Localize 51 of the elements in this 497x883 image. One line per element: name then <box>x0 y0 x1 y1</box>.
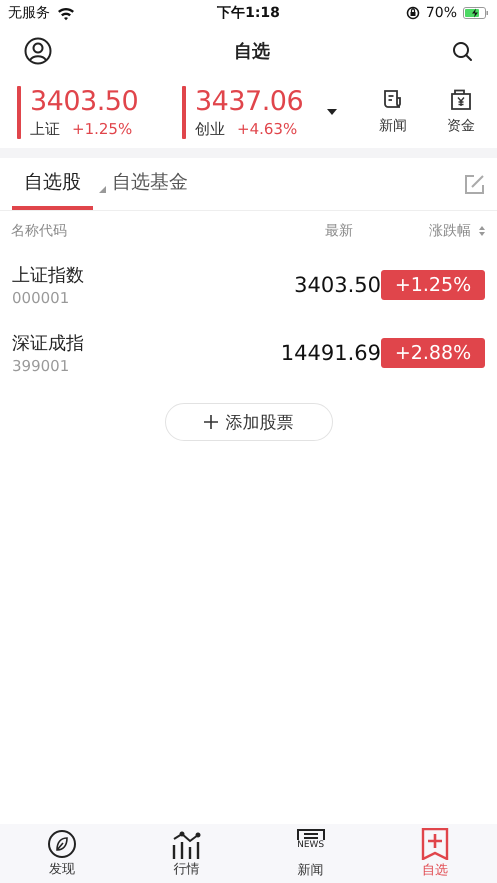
bookmark-plus-icon <box>420 828 449 860</box>
chart-icon <box>171 829 202 859</box>
edit-icon <box>464 174 485 194</box>
column-header: 名称代码 <box>11 222 68 240</box>
column-header: 最新 <box>324 222 353 240</box>
profile-button[interactable] <box>24 37 52 65</box>
stock-price: 14491.69 <box>280 341 381 365</box>
index-change: +1.25% <box>72 120 132 138</box>
index-marker <box>182 86 186 138</box>
wifi-icon <box>56 5 76 21</box>
index-value: 3403.50 <box>30 86 138 118</box>
battery-icon <box>463 7 490 19</box>
page-title: 自选 <box>234 40 270 63</box>
tab[interactable]: 自选基金 <box>112 158 188 210</box>
sort-header[interactable]: 涨跌幅 <box>353 222 485 240</box>
news-icon <box>296 828 326 841</box>
shortcut-button[interactable]: 资金 <box>435 89 487 135</box>
user-icon <box>24 37 52 65</box>
icon-text: NEWS <box>297 841 324 850</box>
tab[interactable]: 自选股 <box>12 158 93 210</box>
stock-name: 上证指数 <box>12 264 85 287</box>
tab-bar-item[interactable]: 自选 <box>372 824 497 883</box>
index-change: +4.63% <box>237 120 298 138</box>
stock-code: 399001 <box>12 357 70 375</box>
sort-icon <box>479 226 485 236</box>
search-icon <box>452 40 473 62</box>
compass-icon <box>47 829 78 859</box>
shortcut-button[interactable]: 新闻 <box>367 89 419 135</box>
triangle-icon <box>99 186 106 192</box>
index-value: 3437.06 <box>195 86 304 118</box>
tab-bar-item[interactable]: 行情 <box>124 824 248 883</box>
change-badge: +2.88% <box>381 338 485 368</box>
stock-price: 3403.50 <box>293 273 381 297</box>
tab-bar-item[interactable]: 发现 <box>0 824 124 883</box>
lock-rotation-icon <box>406 6 420 20</box>
change-badge: +1.25% <box>381 270 485 300</box>
search-button[interactable] <box>452 40 473 62</box>
battery-percent: 70% <box>426 5 458 21</box>
carrier-label: 无服务 <box>8 4 50 22</box>
index-name: 上证 <box>30 120 60 138</box>
caret-icon <box>327 109 337 115</box>
plus-icon <box>204 415 218 429</box>
index-name: 创业 <box>195 120 225 138</box>
stock-name: 深证成指 <box>12 332 85 355</box>
wallet-icon <box>450 89 472 111</box>
add-stock-button[interactable]: 添加股票 <box>164 403 332 441</box>
stock-code: 000001 <box>12 289 70 307</box>
clock-time: 下午1:18 <box>217 4 280 22</box>
index-marker <box>17 86 21 138</box>
tab-bar-item[interactable]: NEWS 新闻 <box>248 824 373 883</box>
news-icon <box>382 89 404 111</box>
